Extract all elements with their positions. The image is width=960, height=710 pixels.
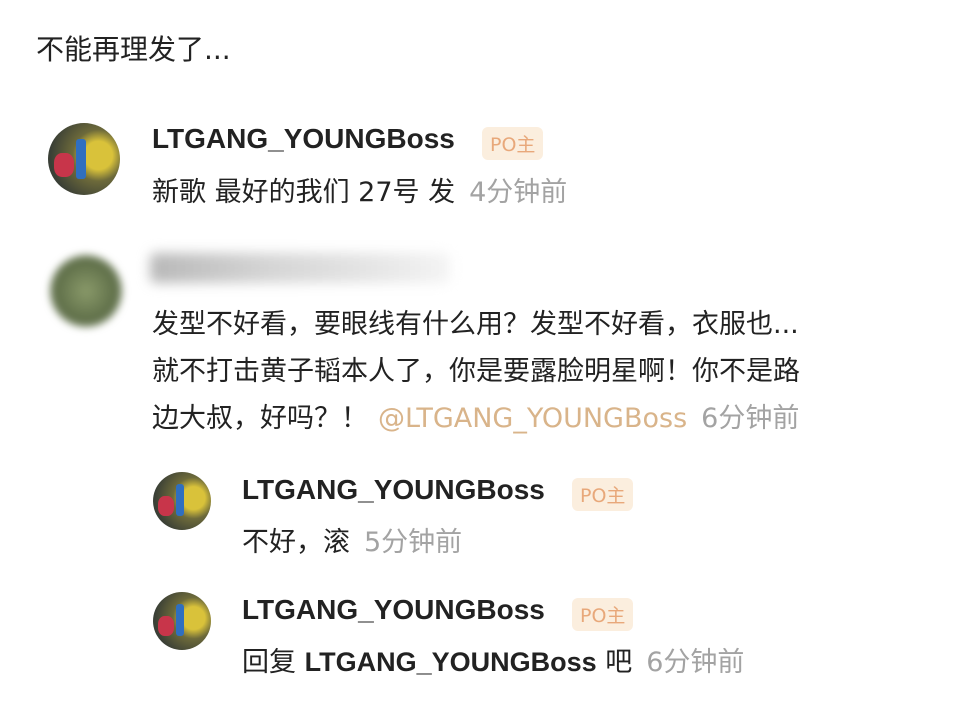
avatar[interactable] <box>153 472 211 530</box>
avatar-figure <box>76 139 86 179</box>
reply-to-username[interactable]: LTGANG_YOUNGBoss <box>305 647 597 677</box>
comment-text-line-2: 就不打击黄子韬本人了，你是要露脸明星啊！你不是路 <box>152 356 800 387</box>
po-badge: PO主 <box>572 598 634 631</box>
reply-username[interactable]: LTGANG_YOUNGBoss <box>242 474 545 506</box>
reply-time: 5分钟前 <box>364 527 463 558</box>
avatar-blurred[interactable] <box>50 255 122 327</box>
comment-body: 新歌 最好的我们 27号 发 <box>152 177 456 208</box>
comment-time: 4分钟前 <box>469 177 568 208</box>
reply-suffix: 吧 <box>605 647 633 678</box>
reply-prefix: 回复 <box>242 647 296 678</box>
avatar-bag <box>158 496 174 516</box>
reply-body: 不好，滚 <box>242 527 350 558</box>
comment-text-line-3: 边大叔，好吗？！ @LTGANG_YOUNGBoss 6分钟前 <box>152 396 799 435</box>
avatar[interactable] <box>48 123 120 195</box>
po-badge: PO主 <box>482 127 544 160</box>
avatar-figure <box>176 484 184 516</box>
comment-body: 边大叔，好吗？！ <box>152 403 368 434</box>
avatar-bag <box>54 153 74 177</box>
reply-text: 回复 LTGANG_YOUNGBoss 吧 6分钟前 <box>242 640 744 679</box>
reply-time: 6分钟前 <box>646 647 745 678</box>
avatar-bag <box>158 616 174 636</box>
blurred-username <box>150 253 450 283</box>
mention-link[interactable]: @LTGANG_YOUNGBoss <box>378 403 687 434</box>
comment-time: 6分钟前 <box>701 403 800 434</box>
post-title: 不能再理发了... <box>36 33 231 66</box>
avatar-figure <box>176 604 184 636</box>
reply-username[interactable]: LTGANG_YOUNGBoss <box>242 594 545 626</box>
comment-text-line-1: 发型不好看，要眼线有什么用？发型不好看，衣服也... <box>152 309 799 340</box>
comment-username[interactable]: LTGANG_YOUNGBoss <box>152 123 455 155</box>
comment-text: 新歌 最好的我们 27号 发 4分钟前 <box>152 170 567 209</box>
reply-text: 不好，滚 5分钟前 <box>242 520 462 559</box>
avatar[interactable] <box>153 592 211 650</box>
po-badge: PO主 <box>572 478 634 511</box>
